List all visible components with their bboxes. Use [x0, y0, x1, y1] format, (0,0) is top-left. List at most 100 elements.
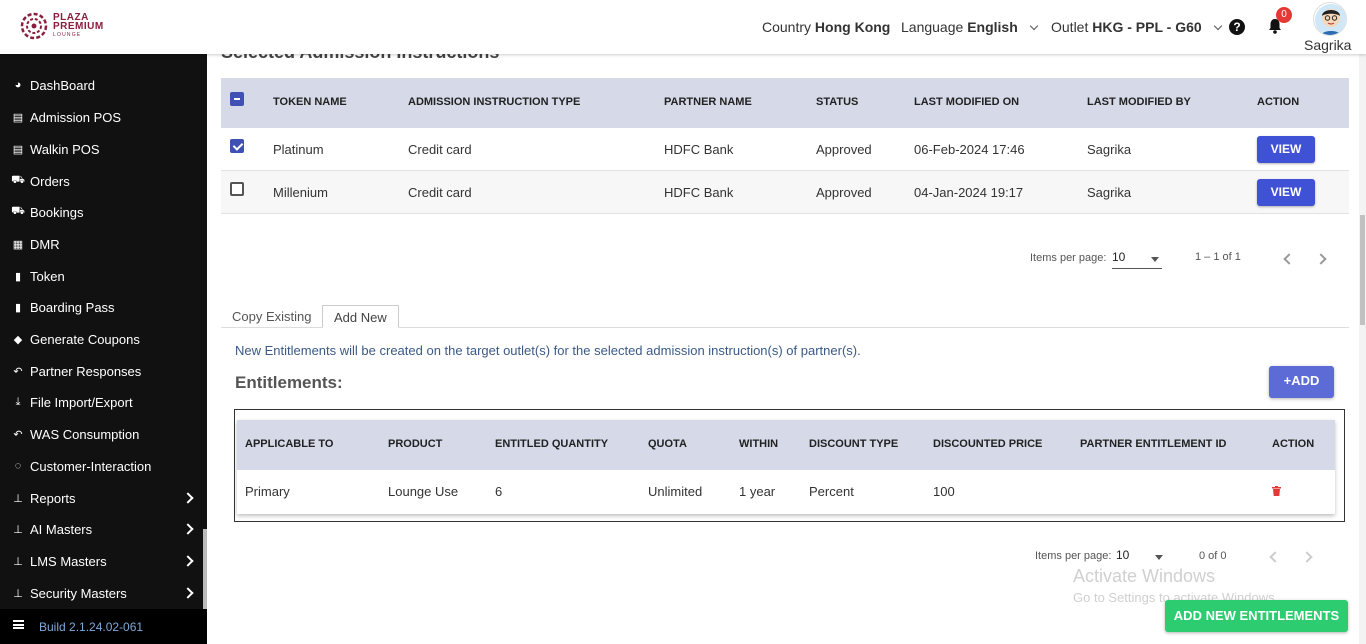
token-name: Millenium	[273, 185, 328, 200]
build-version: Build 2.1.24.02-061	[39, 620, 144, 634]
build-footer: Build 2.1.24.02-061	[0, 609, 207, 644]
sidebar-item-walkin-pos[interactable]: ▤ Walkin POS	[10, 139, 196, 159]
entitled-quantity: 6	[495, 484, 503, 499]
column-header: QUOTA	[648, 438, 687, 450]
id-card-icon: ▤	[12, 143, 24, 156]
row-checkbox[interactable]	[230, 139, 244, 153]
sidebar-item-file-import-export[interactable]: ⤓ File Import/Export	[10, 392, 196, 412]
main-scrollbar-track[interactable]	[1359, 54, 1366, 644]
sidebar-item-label: DashBoard	[30, 77, 96, 93]
column-header[interactable]: TOKEN NAME	[273, 96, 347, 108]
dashboard-icon: ◕	[14, 79, 22, 91]
view-button[interactable]: VIEW	[1257, 179, 1315, 206]
column-header: PRODUCT	[388, 438, 443, 450]
sidebar-item-orders[interactable]: ⛟ Orders	[10, 171, 196, 191]
sidebar: ◕ DashBoard ▤ Admission POS ▤ Walkin POS…	[0, 54, 207, 644]
previous-page-icon[interactable]	[1283, 253, 1295, 265]
sidebar-item-dmr[interactable]: ▦ DMR	[10, 234, 196, 254]
column-header: ACTION	[1272, 438, 1315, 450]
sidebar-item-token[interactable]: ▮ Token	[10, 266, 196, 286]
sidebar-item-partner-responses[interactable]: ↶ Partner Responses	[10, 361, 196, 381]
sidebar-item-customer-interaction[interactable]: ◌ Customer-Interaction	[10, 456, 196, 476]
trash-icon[interactable]	[1272, 486, 1281, 496]
top-bar: PLAZA PREMIUM LOUNGE Country Hong Kong L…	[0, 0, 1366, 54]
sidebar-item-dashboard[interactable]: ◕ DashBoard	[10, 75, 196, 95]
help-icon[interactable]: ?	[1229, 19, 1245, 35]
previous-page-icon[interactable]	[1269, 551, 1281, 563]
sidebar-item-label: Admission POS	[30, 109, 122, 125]
info-text: New Entitlements will be created on the …	[235, 343, 861, 358]
sidebar-item-label: Boarding Pass	[30, 299, 115, 315]
user-avatar-icon	[1315, 4, 1346, 35]
last-modified-by: Sagrika	[1087, 185, 1132, 200]
sitemap-icon: ⊥	[13, 555, 23, 568]
column-header[interactable]: LAST MODIFIED BY	[1087, 96, 1191, 108]
sidebar-item-generate-coupons[interactable]: ◆ Generate Coupons	[10, 329, 196, 349]
next-page-icon[interactable]	[1301, 551, 1313, 563]
sidebar-item-ai-masters[interactable]: ⊥ AI Masters	[10, 519, 196, 539]
sidebar-item-reports[interactable]: ⊥ Reports	[10, 488, 196, 508]
activation-watermark-title: Activate Windows	[1073, 566, 1216, 586]
last-modified-by: Sagrika	[1087, 142, 1132, 157]
logo-line-3: LOUNGE	[53, 31, 82, 38]
language-dropdown[interactable]: Language English	[901, 19, 1038, 35]
chevron-right-icon	[182, 555, 194, 567]
chevron-down-icon	[1213, 21, 1222, 31]
partner-name: HDFC Bank	[664, 185, 734, 200]
entitlements-table: APPLICABLE TO PRODUCT ENTITLED QUANTITY …	[237, 420, 1335, 514]
applicable-to: Primary	[245, 484, 290, 499]
file-icon: ▮	[14, 301, 22, 314]
outlet-label: Outlet	[1051, 19, 1089, 35]
column-header: ENTITLED QUANTITY	[495, 438, 609, 450]
tab-copy-existing[interactable]: Copy Existing	[221, 305, 322, 328]
sidebar-item-was-consumption[interactable]: ↶ WAS Consumption	[10, 424, 196, 444]
product: Lounge Use	[388, 484, 459, 499]
row-checkbox[interactable]	[230, 182, 244, 196]
chevron-right-icon	[182, 492, 194, 504]
column-header[interactable]: STATUS	[816, 96, 858, 108]
tag-icon: ◆	[13, 333, 23, 346]
sidebar-item-label: Orders	[30, 173, 70, 189]
country-label: Country	[762, 19, 812, 35]
page-range: 0 of 0	[1199, 550, 1227, 562]
entitlements-table-container: APPLICABLE TO PRODUCT ENTITLED QUANTITY …	[234, 409, 1345, 522]
menu-icon[interactable]	[13, 620, 24, 629]
user-name[interactable]: Sagrika	[1304, 37, 1351, 53]
sidebar-item-lms-masters[interactable]: ⊥ LMS Masters	[10, 551, 196, 571]
select-all-checkbox[interactable]	[230, 92, 244, 106]
column-header: DISCOUNTED PRICE	[933, 438, 1043, 450]
instruction-type: Credit card	[408, 185, 472, 200]
sidebar-item-bookings[interactable]: ⛟ Bookings	[10, 202, 196, 222]
add-new-entitlements-button[interactable]: ADD NEW ENTITLEMENTS	[1165, 600, 1348, 632]
chevron-down-icon	[1029, 21, 1038, 31]
sidebar-item-admission-pos[interactable]: ▤ Admission POS	[10, 107, 196, 127]
column-header[interactable]: LAST MODIFIED ON	[914, 96, 1019, 108]
sidebar-scrollbar[interactable]	[203, 529, 207, 609]
instruction-type: Credit card	[408, 142, 472, 157]
table-row[interactable]: Platinum Credit card HDFC Bank Approved …	[221, 128, 1349, 171]
tab-add-new[interactable]: Add New	[322, 305, 399, 328]
avatar[interactable]	[1313, 2, 1347, 36]
sidebar-item-label: LMS Masters	[30, 553, 107, 569]
column-header[interactable]: PARTNER NAME	[664, 96, 752, 108]
column-header[interactable]: ADMISSION INSTRUCTION TYPE	[408, 96, 580, 108]
add-entitlement-button[interactable]: +ADD	[1269, 366, 1334, 398]
sidebar-item-boarding-pass[interactable]: ▮ Boarding Pass	[10, 297, 196, 317]
table-row[interactable]: Millenium Credit card HDFC Bank Approved…	[221, 171, 1349, 214]
sidebar-item-label: AI Masters	[30, 521, 93, 537]
outlet-dropdown[interactable]: Outlet HKG - PPL - G60	[1051, 19, 1222, 35]
reply-icon: ↶	[13, 428, 23, 441]
token-name: Platinum	[273, 142, 324, 157]
logo-emblem-icon	[20, 12, 48, 40]
quota: Unlimited	[648, 484, 703, 499]
cart-icon: ⛟	[11, 174, 25, 186]
notification-badge: 0	[1276, 7, 1292, 23]
discount-type: Percent	[809, 484, 854, 499]
plaza-premium-logo[interactable]: PLAZA PREMIUM LOUNGE	[20, 12, 104, 40]
column-header: PARTNER ENTITLEMENT ID	[1080, 438, 1227, 450]
next-page-icon[interactable]	[1315, 253, 1327, 265]
main-scrollbar-thumb[interactable]	[1360, 215, 1365, 325]
sidebar-item-security-masters[interactable]: ⊥ Security Masters	[10, 583, 196, 603]
view-button[interactable]: VIEW	[1257, 136, 1315, 163]
table-header: TOKEN NAME ADMISSION INSTRUCTION TYPE PA…	[221, 78, 1349, 128]
